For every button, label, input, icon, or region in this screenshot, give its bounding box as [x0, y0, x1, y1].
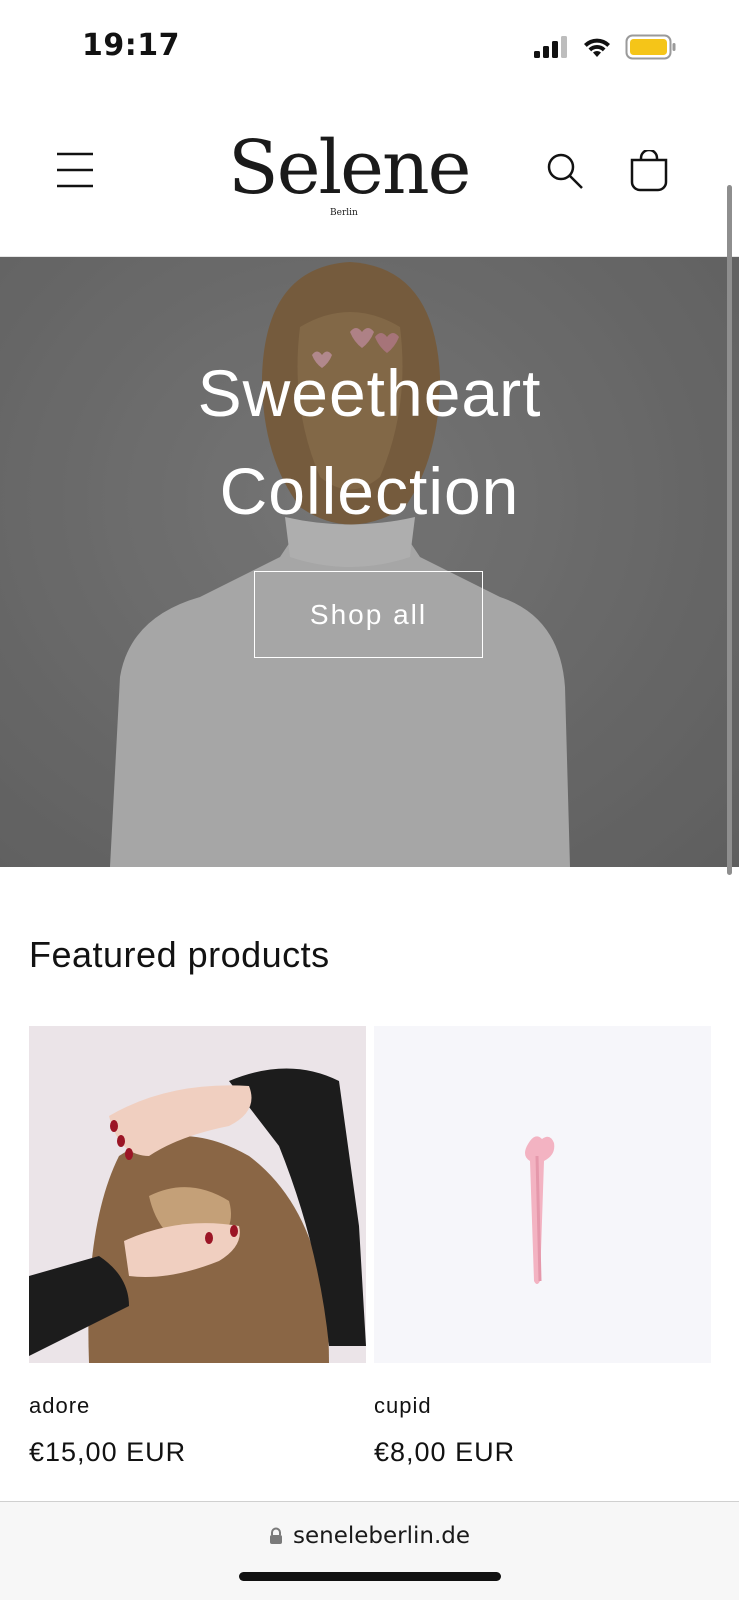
- hero-title: Sweetheart Collection: [0, 344, 739, 540]
- logo[interactable]: Selene: [228, 128, 471, 208]
- status-time: 19:17: [82, 28, 180, 63]
- product-price: €8,00 EUR: [374, 1437, 516, 1467]
- url-text: seneleberlin.de: [292, 1523, 471, 1549]
- product-price: €15,00 EUR: [29, 1437, 187, 1467]
- product-image[interactable]: [29, 1026, 366, 1363]
- hero-title-line1: Sweetheart: [197, 356, 542, 430]
- product-image-cupid: [525, 1136, 555, 1284]
- menu-icon: [57, 152, 93, 188]
- hero-title-line2: Collection: [219, 454, 520, 528]
- search-button[interactable]: [546, 152, 584, 194]
- search-icon: [547, 153, 583, 189]
- url-display[interactable]: seneleberlin.de: [0, 1523, 739, 1549]
- featured-title: Featured products: [29, 934, 330, 975]
- logo-subtext: Berlin: [330, 208, 358, 218]
- cart-button[interactable]: [629, 148, 669, 196]
- lock-icon: [269, 1527, 282, 1544]
- product-card-adore[interactable]: adore €15,00 EUR: [29, 1026, 366, 1468]
- product-image[interactable]: [374, 1026, 711, 1363]
- wifi-icon: [584, 38, 610, 57]
- product-name[interactable]: cupid: [374, 1393, 711, 1419]
- shop-all-button[interactable]: Shop all: [254, 571, 483, 658]
- status-icons: [533, 34, 677, 60]
- scrollbar[interactable]: [727, 185, 732, 875]
- cellular-signal-icon: [534, 36, 567, 58]
- home-indicator[interactable]: [239, 1572, 501, 1581]
- menu-button[interactable]: [56, 152, 94, 192]
- product-name[interactable]: adore: [29, 1393, 366, 1419]
- product-card-cupid[interactable]: cupid €8,00 EUR: [374, 1026, 711, 1468]
- product-image-adore: [29, 1068, 366, 1363]
- url-bar[interactable]: [0, 1502, 739, 1600]
- cart-icon: [630, 148, 668, 192]
- battery-icon: [625, 34, 676, 60]
